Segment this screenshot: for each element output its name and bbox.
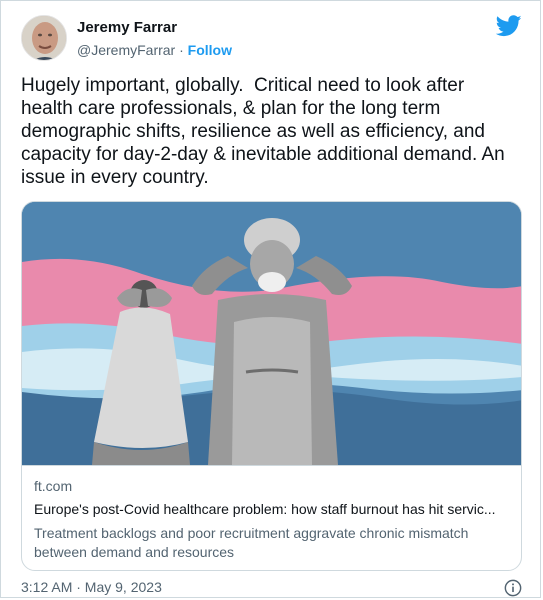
- separator-dot: ·: [175, 42, 188, 58]
- tweet-footer: 3:12 AM · May 9, 2023: [21, 579, 522, 599]
- tweet-embed: Jeremy Farrar @JeremyFarrar · Follow Hug…: [0, 0, 541, 598]
- avatar[interactable]: [21, 15, 67, 61]
- tweet-header: Jeremy Farrar @JeremyFarrar · Follow: [21, 15, 522, 63]
- author-handle-line: @JeremyFarrar · Follow: [77, 41, 232, 59]
- author-names: Jeremy Farrar @JeremyFarrar · Follow: [77, 18, 232, 59]
- tweet-text: Hugely important, globally. Critical nee…: [21, 75, 511, 188]
- link-card[interactable]: ft.com Europe's post-Covid healthcare pr…: [21, 201, 522, 571]
- link-description: Treatment backlogs and poor recruitment …: [34, 525, 469, 560]
- link-card-body: ft.com Europe's post-Covid healthcare pr…: [22, 465, 521, 570]
- link-title: Europe's post-Covid healthcare problem: …: [34, 501, 496, 517]
- link-domain: ft.com: [34, 478, 73, 494]
- follow-button[interactable]: Follow: [188, 42, 232, 58]
- author-handle[interactable]: @JeremyFarrar: [77, 42, 175, 58]
- twitter-bird-icon[interactable]: [496, 15, 522, 37]
- info-icon[interactable]: [504, 579, 522, 597]
- article-image: [22, 202, 521, 465]
- tweet-timestamp[interactable]: 3:12 AM · May 9, 2023: [21, 579, 162, 595]
- author-display-name[interactable]: Jeremy Farrar: [77, 18, 232, 37]
